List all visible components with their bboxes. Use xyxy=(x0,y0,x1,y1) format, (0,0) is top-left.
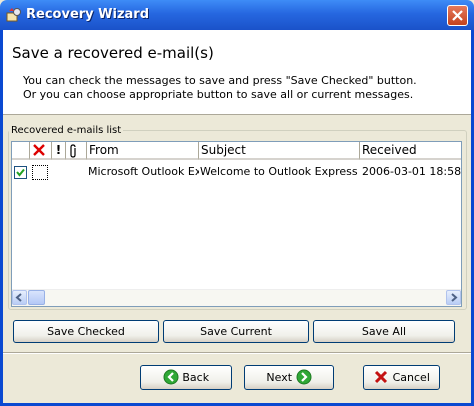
header-delete-column[interactable] xyxy=(30,142,52,160)
group-label: Recovered e-mails list xyxy=(9,125,124,136)
arrow-left-icon xyxy=(15,293,22,302)
row-from: Microsoft Outlook Ex xyxy=(88,165,199,178)
back-button[interactable]: Back xyxy=(140,365,232,390)
header-attachment-column[interactable] xyxy=(66,142,87,160)
scroll-right-button[interactable] xyxy=(446,290,461,305)
save-checked-button[interactable]: Save Checked xyxy=(13,320,159,343)
button-separator xyxy=(3,352,471,354)
emails-grid[interactable]: ! From Subject Received Microsoft Outloo… xyxy=(11,141,462,307)
green-arrow-right-icon xyxy=(296,369,312,384)
wizard-app-icon xyxy=(6,8,21,22)
red-x-icon xyxy=(33,144,45,156)
row-received: 2006-03-01 18:58: xyxy=(362,165,462,178)
next-label: Next xyxy=(266,371,293,384)
email-row[interactable]: Microsoft Outlook Ex Welcome to Outlook … xyxy=(12,163,462,181)
cancel-button[interactable]: Cancel xyxy=(363,365,440,390)
header-subject-column[interactable]: Subject xyxy=(199,142,360,160)
header-check-column[interactable] xyxy=(12,142,30,160)
header-from-column[interactable]: From xyxy=(87,142,199,160)
close-button[interactable] xyxy=(447,5,468,26)
window-title: Recovery Wizard xyxy=(26,7,150,22)
row-focus-cell xyxy=(32,165,48,180)
save-all-button[interactable]: Save All xyxy=(313,320,455,343)
arrow-right-icon xyxy=(451,293,458,302)
close-icon xyxy=(452,10,463,21)
recovery-wizard-window: Recovery Wizard Save a recovered e-mail(… xyxy=(0,0,474,406)
instruction-line-1: You can check the messages to save and p… xyxy=(23,74,417,87)
back-label: Back xyxy=(182,371,210,384)
header-priority-column[interactable]: ! xyxy=(52,142,66,160)
next-button[interactable]: Next xyxy=(244,365,334,390)
scroll-thumb[interactable] xyxy=(28,290,45,305)
grid-header: ! From Subject Received xyxy=(12,142,461,160)
checkmark-icon xyxy=(16,168,25,177)
row-subject: Welcome to Outlook Express xyxy=(200,165,358,178)
page-title: Save a recovered e-mail(s) xyxy=(12,44,214,62)
wizard-header: Save a recovered e-mail(s) You can check… xyxy=(3,30,471,115)
header-received-column[interactable]: Received xyxy=(360,142,461,160)
exclamation-icon: ! xyxy=(55,143,62,157)
horizontal-scrollbar[interactable] xyxy=(12,289,461,306)
save-current-button[interactable]: Save Current xyxy=(163,320,309,343)
scroll-left-button[interactable] xyxy=(12,290,27,305)
paperclip-icon xyxy=(70,144,76,158)
cancel-label: Cancel xyxy=(392,371,430,384)
green-arrow-left-icon xyxy=(163,369,179,384)
red-x-icon xyxy=(375,370,388,383)
instruction-line-2: Or you can choose appropriate button to … xyxy=(23,88,414,101)
title-bar[interactable]: Recovery Wizard xyxy=(0,0,474,30)
row-checkbox[interactable] xyxy=(14,166,27,179)
